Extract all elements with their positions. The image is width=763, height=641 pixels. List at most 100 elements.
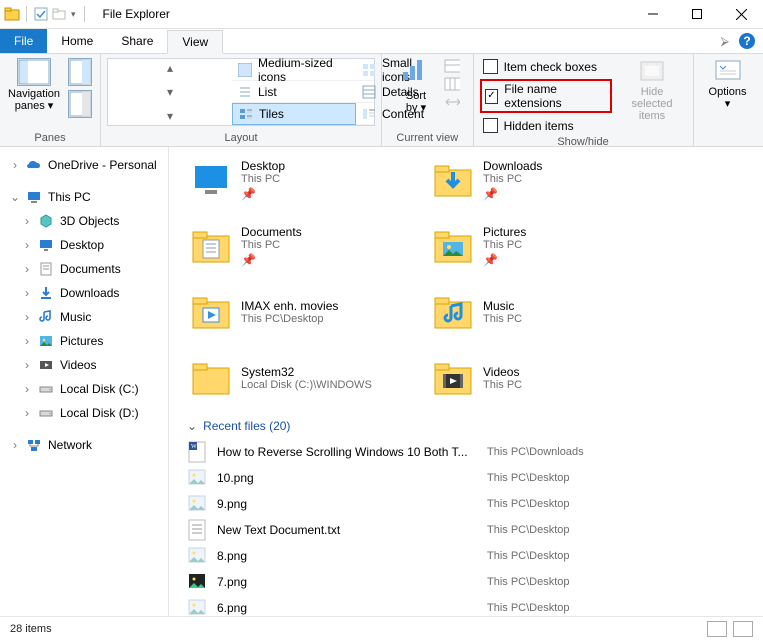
file-name: 7.png bbox=[217, 575, 477, 589]
file-name: 9.png bbox=[217, 497, 477, 511]
file-icon bbox=[187, 597, 207, 616]
tile-item[interactable]: Music This PC bbox=[429, 279, 655, 345]
tile-item[interactable]: IMAX enh. movies This PC\Desktop bbox=[187, 279, 413, 345]
tile-item[interactable]: Desktop This PC 📌 bbox=[187, 147, 413, 213]
file-icon bbox=[187, 493, 207, 515]
home-tab[interactable]: Home bbox=[47, 29, 107, 53]
sort-by-button[interactable]: Sortby ▾ bbox=[388, 56, 444, 116]
nav-music[interactable]: ›Music bbox=[0, 305, 168, 329]
content-area[interactable]: Desktop This PC 📌 Downloads This PC 📌 Do… bbox=[169, 147, 763, 616]
qat-properties-icon[interactable] bbox=[33, 6, 49, 22]
window-title: File Explorer bbox=[93, 7, 170, 21]
groupby-icon[interactable] bbox=[444, 58, 460, 74]
layout-scroll[interactable]: ▴▾▾ bbox=[108, 59, 232, 125]
recent-file-row[interactable]: 7.png This PC\Desktop bbox=[187, 569, 763, 595]
item-check-boxes-toggle[interactable]: Item check boxes bbox=[480, 58, 612, 75]
tile-item[interactable]: Videos This PC bbox=[429, 345, 655, 411]
preview-pane-icon bbox=[68, 58, 92, 86]
layout-gallery[interactable]: Medium-sized icons Small icons ▴▾▾ List … bbox=[107, 58, 375, 126]
navigation-pane-button[interactable]: Navigationpanes ▾ bbox=[6, 56, 62, 114]
nav-local-disk-c[interactable]: ›Local Disk (C:) bbox=[0, 377, 168, 401]
recent-file-row[interactable]: 9.png This PC\Desktop bbox=[187, 491, 763, 517]
file-name: New Text Document.txt bbox=[217, 523, 477, 537]
close-button[interactable] bbox=[719, 0, 763, 28]
recent-file-row[interactable]: W How to Reverse Scrolling Windows 10 Bo… bbox=[187, 439, 763, 465]
tile-location: This PC bbox=[241, 173, 285, 185]
qat-dropdown-icon[interactable]: ▾ bbox=[69, 9, 78, 20]
hidden-items-toggle[interactable]: Hidden items bbox=[480, 117, 612, 134]
tile-item[interactable]: Documents This PC 📌 bbox=[187, 213, 413, 279]
tile-location: This PC bbox=[483, 379, 522, 391]
folder-icon bbox=[431, 356, 475, 400]
tile-item[interactable]: System32 Local Disk (C:)\WINDOWS bbox=[187, 345, 413, 411]
nav-network[interactable]: ›Network bbox=[0, 433, 168, 457]
tile-item[interactable]: Pictures This PC 📌 bbox=[429, 213, 655, 279]
view-large-icons-icon[interactable] bbox=[733, 621, 753, 637]
file-name-extensions-toggle[interactable]: ✓ File name extensions bbox=[480, 79, 612, 113]
checkbox-icon bbox=[483, 118, 498, 133]
layout-medium-icons[interactable]: Medium-sized icons bbox=[232, 59, 356, 81]
pin-icon: 📌 bbox=[241, 187, 285, 201]
recent-file-row[interactable]: New Text Document.txt This PC\Desktop bbox=[187, 517, 763, 543]
layout-content[interactable]: Content bbox=[356, 103, 374, 125]
tile-location: Local Disk (C:)\WINDOWS bbox=[241, 379, 372, 391]
folder-icon bbox=[431, 158, 475, 202]
options-icon bbox=[713, 58, 743, 84]
file-location: This PC\Desktop bbox=[487, 472, 570, 484]
panes-group-label: Panes bbox=[6, 130, 94, 146]
tile-name: System32 bbox=[241, 365, 372, 379]
layout-details[interactable]: Details bbox=[356, 81, 374, 103]
pin-icon: 📌 bbox=[483, 253, 526, 267]
recent-files-header[interactable]: ⌄ Recent files (20) bbox=[187, 411, 763, 439]
view-tab[interactable]: View bbox=[167, 30, 223, 54]
nav-downloads[interactable]: ›Downloads bbox=[0, 281, 168, 305]
recent-file-row[interactable]: 6.png This PC\Desktop bbox=[187, 595, 763, 616]
file-location: This PC\Desktop bbox=[487, 602, 570, 614]
network-icon bbox=[26, 437, 42, 453]
share-tab[interactable]: Share bbox=[107, 29, 167, 53]
file-icon bbox=[187, 571, 207, 593]
folder-icon bbox=[189, 224, 233, 268]
file-tab[interactable]: File bbox=[0, 29, 47, 53]
nav-local-disk-d[interactable]: ›Local Disk (D:) bbox=[0, 401, 168, 425]
pin-icon: 📌 bbox=[241, 253, 302, 267]
nav-documents[interactable]: ›Documents bbox=[0, 257, 168, 281]
pictures-icon bbox=[38, 333, 54, 349]
file-icon bbox=[187, 519, 207, 541]
help-icon[interactable]: ? bbox=[739, 33, 755, 49]
nav-pictures[interactable]: ›Pictures bbox=[0, 329, 168, 353]
recent-files-list: W How to Reverse Scrolling Windows 10 Bo… bbox=[187, 439, 763, 616]
nav-videos[interactable]: ›Videos bbox=[0, 353, 168, 377]
file-name: 10.png bbox=[217, 471, 477, 485]
minimize-button[interactable] bbox=[631, 0, 675, 28]
layout-tiles[interactable]: Tiles bbox=[232, 103, 356, 125]
addcolumns-icon[interactable] bbox=[444, 76, 460, 92]
maximize-button[interactable] bbox=[675, 0, 719, 28]
view-details-icon[interactable] bbox=[707, 621, 727, 637]
layout-group-label: Layout bbox=[107, 130, 375, 146]
recent-file-row[interactable]: 10.png This PC\Desktop bbox=[187, 465, 763, 491]
thispc-icon bbox=[26, 189, 42, 205]
nav-3d-objects[interactable]: ›3D Objects bbox=[0, 209, 168, 233]
sizecolumns-icon[interactable] bbox=[444, 94, 460, 110]
obj3d-icon bbox=[38, 213, 54, 229]
tile-item[interactable]: Downloads This PC 📌 bbox=[429, 147, 655, 213]
recent-file-row[interactable]: 8.png This PC\Desktop bbox=[187, 543, 763, 569]
nav-desktop[interactable]: ›Desktop bbox=[0, 233, 168, 257]
nav-onedrive[interactable]: › OneDrive - Personal bbox=[0, 153, 168, 177]
qat-newfolder-icon[interactable] bbox=[51, 6, 67, 22]
preview-pane-button[interactable] bbox=[62, 56, 98, 120]
sort-icon bbox=[403, 58, 429, 88]
options-button[interactable]: Options▾ bbox=[700, 56, 756, 112]
ribbon: Navigationpanes ▾ Panes Medium-sized ico… bbox=[0, 54, 763, 147]
tile-name: Pictures bbox=[483, 225, 526, 239]
checkbox-checked-icon: ✓ bbox=[485, 89, 499, 104]
layout-list[interactable]: List bbox=[232, 81, 356, 103]
file-name: How to Reverse Scrolling Windows 10 Both… bbox=[217, 445, 477, 459]
minimize-ribbon-icon[interactable]: ⮚ bbox=[720, 34, 729, 49]
navigation-tree[interactable]: › OneDrive - Personal ⌄ This PC ›3D Obje… bbox=[0, 147, 169, 616]
status-bar: 28 items bbox=[0, 616, 763, 641]
hide-selected-icon bbox=[637, 58, 667, 84]
nav-thispc[interactable]: ⌄ This PC bbox=[0, 185, 168, 209]
layout-small-icons[interactable]: Small icons bbox=[356, 59, 374, 81]
